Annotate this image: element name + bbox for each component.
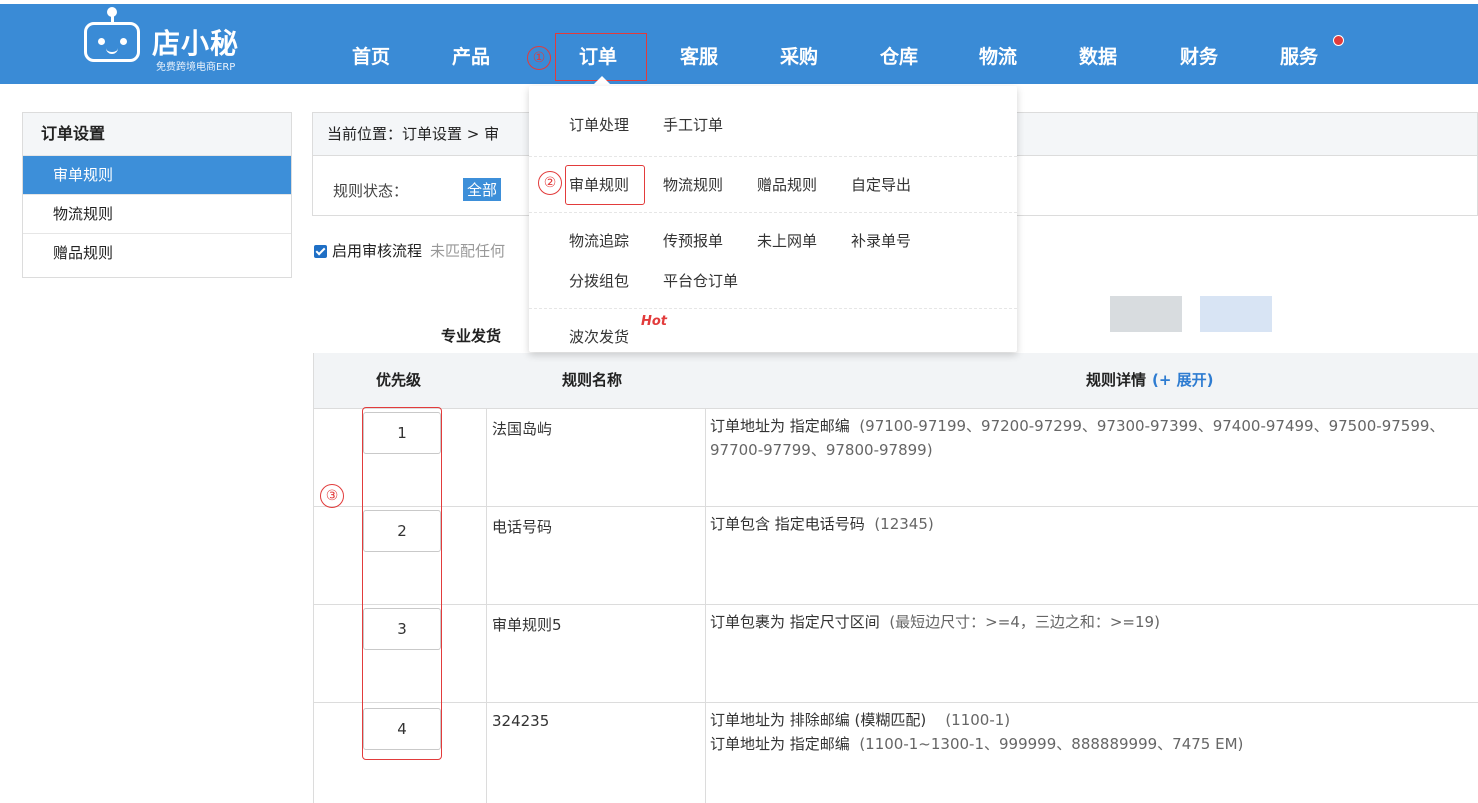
annotation-marker-3: ③ (320, 484, 344, 508)
menu-item-wave-shipping[interactable]: 波次发货 (569, 326, 629, 347)
menu-item-custom-export[interactable]: 自定导出 (851, 174, 911, 195)
priority-column-highlight (362, 407, 442, 760)
review-flow-label: 启用审核流程 (332, 242, 423, 260)
order-dropdown-menu: 订单处理 手工订单 审单规则 物流规则 赠品规则 自定导出 物流追踪 传预报单 … (529, 86, 1017, 352)
logo[interactable]: 店小秘 免费跨境电商ERP (84, 7, 254, 73)
rule-detail: 订单地址为 指定邮编 (97100-97199、97200-97299、9730… (710, 414, 1444, 462)
rule-detail-label: 订单地址为 指定邮编 (710, 417, 850, 435)
rule-detail-value: (97100-97199、97200-97299、97300-97399、974… (859, 417, 1445, 435)
nav-warehouse[interactable]: 仓库 (880, 44, 918, 70)
rule-detail-line: 97700-97799、97800-97899) (710, 441, 933, 459)
rule-detail-value: (1100-1~1300-1、999999、888889999、7475 EM) (859, 735, 1244, 753)
rule-detail-label: 订单包裹为 指定尺寸区间 (710, 613, 880, 631)
menu-item-logistics-rules[interactable]: 物流规则 (663, 174, 723, 195)
top-border (0, 0, 1478, 4)
rule-detail-line: 订单地址为 指定邮编 (97100-97199、97200-97299、9730… (710, 414, 1444, 438)
nav-service[interactable]: 服务 (1280, 44, 1318, 70)
nav-purchase[interactable]: 采购 (780, 44, 818, 70)
col-rule-detail: 规则详情 (+ 展开) (1086, 353, 1214, 408)
sidebar-title: 订单设置 (23, 113, 291, 155)
col-rule-detail-label: 规则详情 (1086, 371, 1147, 389)
nav-logistics[interactable]: 物流 (979, 44, 1017, 70)
rule-detail-label: 订单包含 指定电话号码 (710, 515, 865, 533)
rule-name: 电话号码 (492, 518, 553, 536)
rules-table: 优先级 规则名称 规则详情 (+ 展开) 1 法国岛屿 订单地址为 指定邮编 (9… (313, 353, 1478, 803)
menu-item-platform-warehouse-order[interactable]: 平台仓订单 (663, 270, 738, 291)
table-row: 4 324235 订单地址为 排除邮编 (模糊匹配) (1100-1) 订单地址… (314, 702, 1478, 800)
top-navigation-bar: 店小秘 免费跨境电商ERP 首页 产品 订单 客服 采购 仓库 物流 数据 财务… (0, 0, 1478, 84)
rule-detail-value: (12345) (874, 515, 934, 533)
robot-smile (106, 46, 118, 54)
sidebar-item-review-rules[interactable]: 审单规则 (23, 155, 291, 194)
table-row: 3 审单规则5 订单包裹为 指定尺寸区间 (最短边尺寸：>=4，三边之和：>=1… (314, 604, 1478, 703)
rule-detail-label: 订单地址为 指定邮编 (710, 735, 850, 753)
rule-detail-value: (1100-1) (945, 711, 1011, 729)
checkbox-checked-icon[interactable] (314, 245, 327, 258)
nav-finance[interactable]: 财务 (1180, 44, 1218, 70)
rule-detail-line: 订单地址为 指定邮编 (1100-1~1300-1、999999、8888899… (710, 732, 1243, 756)
rule-detail-line: 订单地址为 排除邮编 (模糊匹配) (1100-1) (710, 708, 1243, 732)
menu-divider (529, 212, 1017, 213)
menu-item-pre-manifest[interactable]: 传预报单 (663, 230, 723, 251)
filter-status-label: 规则状态： (333, 182, 409, 200)
rule-detail: 订单包裹为 指定尺寸区间 (最短边尺寸：>=4，三边之和：>=19) (710, 610, 1160, 634)
logo-name: 店小秘 (152, 27, 240, 60)
rule-detail-line: 订单包裹为 指定尺寸区间 (最短边尺寸：>=4，三边之和：>=19) (710, 610, 1160, 634)
rule-name: 审单规则5 (492, 616, 562, 634)
logo-tagline: 免费跨境电商ERP (156, 62, 236, 73)
nav-order-highlight (555, 33, 647, 81)
rule-detail-label: 订单地址为 排除邮编 (模糊匹配) (710, 711, 927, 729)
caret-up-icon (594, 76, 610, 84)
rule-name: 324235 (492, 712, 550, 730)
filter-status-all[interactable]: 全部 (463, 178, 502, 201)
robot-eye-left (98, 38, 105, 45)
sidebar-item-logistics-rules[interactable]: 物流规则 (23, 194, 291, 233)
menu-item-logistics-tracking[interactable]: 物流追踪 (569, 230, 629, 251)
sidebar-item-gift-rules[interactable]: 赠品规则 (23, 233, 291, 272)
table-header: 优先级 规则名称 规则详情 (+ 展开) (314, 353, 1478, 409)
rule-detail-line: 订单包含 指定电话号码 (12345) (710, 512, 934, 536)
menu-divider (529, 156, 1017, 157)
rule-name: 法国岛屿 (492, 420, 553, 438)
rule-detail: 订单包含 指定电话号码 (12345) (710, 512, 934, 536)
menu-item-not-online[interactable]: 未上网单 (757, 230, 817, 251)
table-row: 1 法国岛屿 订单地址为 指定邮编 (97100-97199、97200-972… (314, 408, 1478, 507)
nav-data[interactable]: 数据 (1079, 44, 1117, 70)
menu-item-gift-rules[interactable]: 赠品规则 (757, 174, 817, 195)
annotation-marker-2: ② (538, 171, 562, 195)
hot-badge: Hot (641, 314, 668, 329)
menu-item-supplement-tracking[interactable]: 补录单号 (851, 230, 911, 251)
menu-item-order-processing[interactable]: 订单处理 (569, 114, 629, 135)
notification-dot (1333, 35, 1344, 46)
col-priority: 优先级 (376, 371, 422, 389)
nav-home[interactable]: 首页 (352, 44, 390, 70)
nav-product[interactable]: 产品 (452, 44, 490, 70)
blurred-region (1110, 296, 1182, 332)
review-flow-toggle[interactable]: 启用审核流程 未匹配任何 (314, 240, 505, 261)
robot-logo-icon (84, 7, 140, 62)
sidebar: 订单设置 审单规则 物流规则 赠品规则 (22, 112, 292, 278)
rule-detail-value: (最短边尺寸：>=4，三边之和：>=19) (889, 613, 1160, 631)
annotation-marker-1: ① (527, 46, 551, 70)
review-flow-hint: 未匹配任何 (430, 242, 506, 260)
menu-item-dispatch-package[interactable]: 分拨组包 (569, 270, 629, 291)
table-row: 2 电话号码 订单包含 指定电话号码 (12345) (314, 506, 1478, 605)
menu-section-pro-shipping: 专业发货 (441, 327, 502, 345)
menu-item-review-rules-highlight (565, 165, 645, 205)
rule-detail: 订单地址为 排除邮编 (模糊匹配) (1100-1) 订单地址为 指定邮编 (1… (710, 708, 1243, 756)
expand-link[interactable]: (+ 展开) (1152, 371, 1214, 389)
nav-customer-service[interactable]: 客服 (680, 44, 718, 70)
col-rule-name: 规则名称 (562, 371, 623, 389)
robot-eye-right (120, 38, 127, 45)
blurred-region (1200, 296, 1272, 332)
menu-item-manual-order[interactable]: 手工订单 (663, 114, 723, 135)
menu-divider (529, 308, 1017, 309)
